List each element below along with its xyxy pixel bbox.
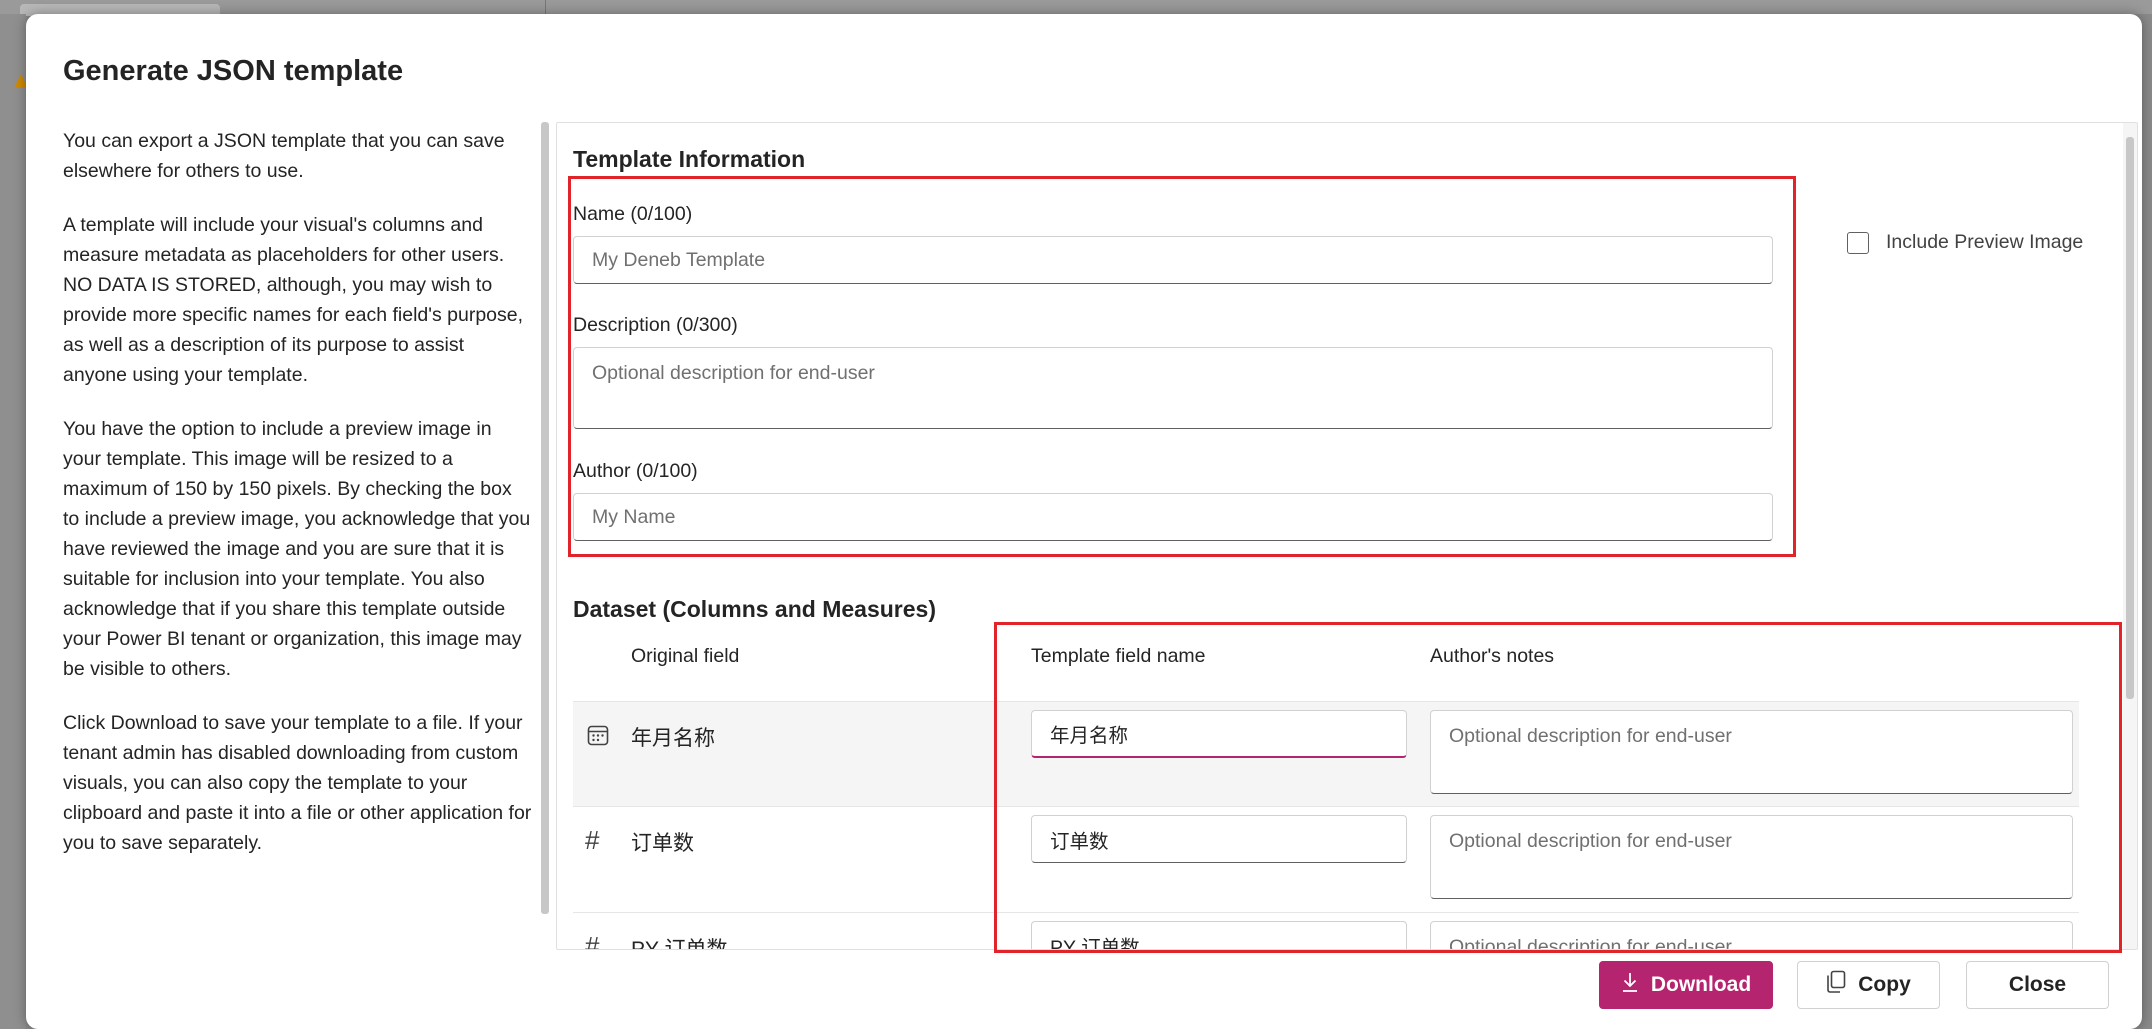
background-app-strip [0, 0, 2152, 16]
close-button[interactable]: Close [1966, 961, 2109, 1009]
checkbox-box[interactable] [1847, 231, 1869, 254]
copy-button[interactable]: Copy [1797, 961, 1940, 1009]
template-field-input[interactable] [1031, 815, 1407, 863]
template-name-input[interactable] [573, 236, 1773, 284]
hash-icon: # [585, 931, 600, 950]
template-description-input[interactable] [573, 347, 1773, 429]
column-header-notes: Author's notes [1430, 645, 1555, 667]
copy-label: Copy [1858, 973, 1911, 996]
help-text: You can export a JSON template that you … [63, 126, 533, 944]
template-form-panel: Template Information Name (0/100) Descri… [556, 122, 2138, 950]
generate-template-dialog: Generate JSON template You can export a … [26, 14, 2142, 1029]
calendar-icon [585, 722, 611, 748]
include-preview-checkbox[interactable]: Include Preview Image [1847, 231, 2083, 254]
download-icon [1621, 971, 1639, 999]
close-label: Close [2008, 973, 2067, 996]
original-field-name: 订单数 [631, 832, 694, 855]
copy-icon [1826, 970, 1846, 1000]
author-notes-input[interactable] [1430, 921, 2073, 949]
column-header-template: Template field name [1031, 645, 1206, 667]
dialog-title: Generate JSON template [63, 55, 404, 87]
panel-scrollbar-track[interactable] [2123, 123, 2137, 949]
original-field-name: 年月名称 [631, 727, 715, 750]
help-paragraph: Click Download to save your template to … [63, 712, 532, 854]
table-row: # PY 订单数 [573, 913, 2079, 950]
template-info-heading: Template Information [573, 146, 806, 172]
hash-icon: # [585, 825, 600, 855]
template-field-input[interactable] [1031, 921, 1407, 949]
description-label: Description (0/300) [573, 314, 738, 336]
download-label: Download [1650, 973, 1752, 996]
author-label: Author (0/100) [573, 460, 698, 482]
help-paragraph: A template will include your visual's co… [63, 214, 524, 386]
dataset-heading: Dataset (Columns and Measures) [573, 596, 936, 622]
author-notes-input[interactable] [1430, 710, 2073, 794]
original-field-name: PY 订单数 [631, 938, 728, 950]
include-preview-label: Include Preview Image [1886, 231, 2084, 253]
panel-scrollbar-thumb[interactable] [2126, 137, 2134, 699]
template-field-input[interactable] [1031, 710, 1407, 758]
name-label: Name (0/100) [573, 203, 693, 225]
help-paragraph: You have the option to include a preview… [63, 418, 531, 680]
background-divider [545, 0, 546, 14]
help-paragraph: You can export a JSON template that you … [63, 130, 505, 182]
download-button[interactable]: Download [1599, 961, 1773, 1009]
help-scrollbar[interactable] [541, 122, 549, 914]
background-left-edge: ▲ [0, 14, 32, 1029]
author-notes-input[interactable] [1430, 815, 2073, 899]
column-header-original: Original field [631, 645, 740, 667]
template-author-input[interactable] [573, 493, 1773, 541]
table-row: # 订单数 [573, 807, 2079, 913]
table-row: 年月名称 [573, 701, 2079, 807]
